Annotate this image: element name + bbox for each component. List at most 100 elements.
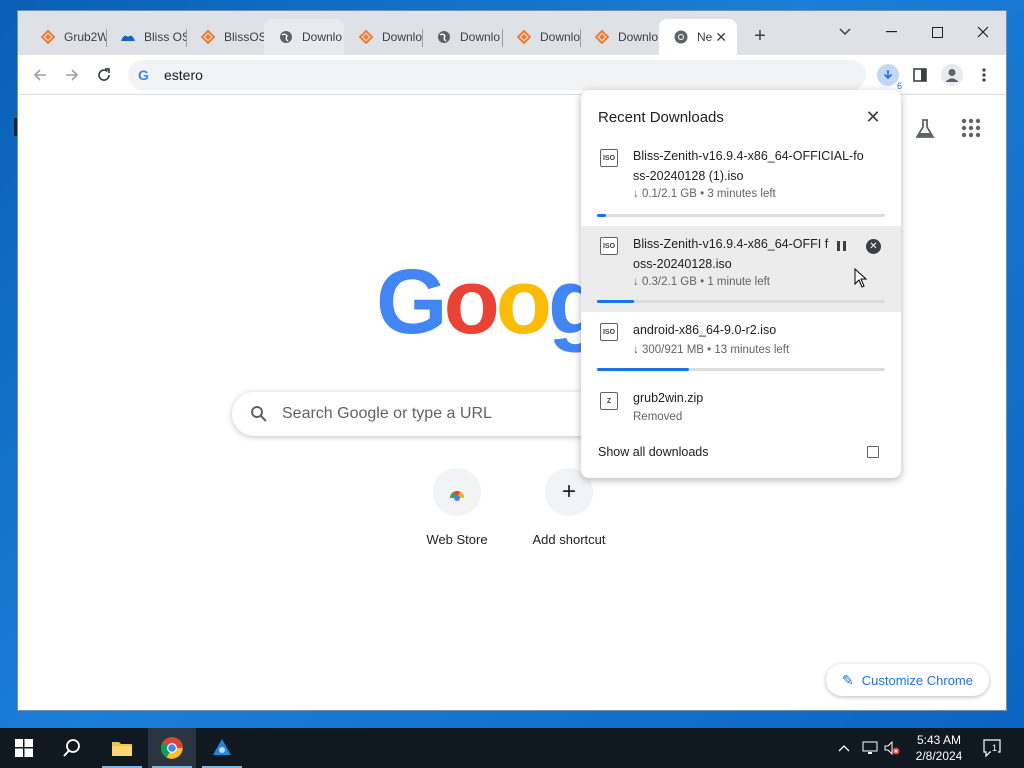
iso-file-icon: ISO xyxy=(600,237,618,255)
tab-new-tab-active[interactable]: Ne ✕ xyxy=(659,19,737,55)
downloads-title: Recent Downloads xyxy=(598,109,724,126)
tab-search-chevron-icon[interactable] xyxy=(822,17,868,47)
new-tab-button[interactable]: + xyxy=(748,25,772,49)
profile-avatar[interactable] xyxy=(938,61,966,89)
download-status: Removed xyxy=(633,411,683,423)
logo-letter: o xyxy=(443,251,500,353)
chrome-window: Grub2W Bliss OS BlissOS Downlo Downlo Do… xyxy=(17,10,1007,711)
download-status: ↓ 0.1/2.1 GB • 3 minutes left xyxy=(633,188,776,200)
desktop-icon-partial xyxy=(0,118,20,170)
volume-muted-icon[interactable] xyxy=(884,728,900,768)
tab-blissos[interactable]: BlissOS xyxy=(186,19,266,55)
logo-letter: o xyxy=(495,251,552,353)
apps-grid-icon[interactable] xyxy=(961,118,985,142)
sourceforge-icon xyxy=(40,29,56,45)
search-icon xyxy=(63,739,80,757)
download-filename: Bliss-Zenith-v16.9.4-x86_64-OFFICIAL-fos… xyxy=(633,149,864,183)
downloads-bubble: Recent Downloads ✕ ISO Bliss-Zenith-v16.… xyxy=(581,90,901,478)
back-button[interactable] xyxy=(28,63,52,87)
reload-button[interactable] xyxy=(92,63,116,87)
side-panel-button[interactable] xyxy=(906,61,934,89)
chrome-menu-icon[interactable] xyxy=(970,61,998,89)
close-window-button[interactable] xyxy=(960,17,1006,47)
tab-bliss-os[interactable]: Bliss OS xyxy=(106,19,186,55)
chrome-taskbar-button[interactable] xyxy=(148,728,196,768)
labs-flask-icon[interactable] xyxy=(914,118,938,142)
tab-download-2[interactable]: Downlo xyxy=(344,19,424,55)
download-filename: grub2win.zip xyxy=(633,391,704,405)
minimize-button[interactable] xyxy=(868,17,914,47)
download-item[interactable]: ISO android-x86_64-9.0-r2.iso ↓ 300/921 … xyxy=(581,312,901,388)
pause-icon[interactable] xyxy=(834,239,848,253)
forward-button[interactable] xyxy=(60,63,84,87)
web-store-icon xyxy=(433,468,481,516)
search-button[interactable] xyxy=(48,728,96,768)
shortcut-label: Add shortcut xyxy=(532,532,606,547)
tab-download-5[interactable]: Downlo xyxy=(580,19,660,55)
maximize-button[interactable] xyxy=(914,17,960,47)
globe-icon xyxy=(278,29,294,45)
download-item[interactable]: Z grub2win.zip Removed xyxy=(581,388,901,436)
clock-date: 2/8/2024 xyxy=(915,749,963,763)
sourceforge-icon xyxy=(200,29,216,45)
google-logo: Goog xyxy=(376,256,604,348)
notification-center-button[interactable]: 1 xyxy=(982,738,1002,758)
app-icon xyxy=(213,739,231,755)
download-count-badge: 6 xyxy=(896,81,902,91)
download-progress-bar xyxy=(597,300,885,303)
download-filename: android-x86_64-9.0-r2.iso xyxy=(633,323,777,337)
download-status: ↓ 300/921 MB • 13 minutes left xyxy=(633,344,790,356)
windows-logo-icon xyxy=(15,739,33,757)
windows-taskbar: 5:43 AM 2/8/2024 1 xyxy=(0,728,1024,768)
bliss-icon xyxy=(120,29,136,45)
address-bar[interactable]: G estero xyxy=(128,60,866,90)
download-item[interactable]: ISO Bliss-Zenith-v16.9.4-x86_64-OFFICIAL… xyxy=(581,144,901,226)
cancel-download-icon[interactable]: ✕ xyxy=(866,239,881,254)
file-explorer-button[interactable] xyxy=(98,728,146,768)
toolbar: G estero 6 xyxy=(18,55,1006,95)
mouse-cursor-icon xyxy=(854,268,868,288)
shortcut-web-store[interactable]: Web Store xyxy=(407,468,507,547)
folder-icon xyxy=(112,742,132,756)
sourceforge-icon xyxy=(516,29,532,45)
search-icon xyxy=(251,406,267,422)
close-icon[interactable]: ✕ xyxy=(863,107,883,127)
iso-file-icon: ISO xyxy=(600,149,618,167)
download-progress-bar xyxy=(597,368,885,371)
download-progress-bar xyxy=(597,214,885,217)
show-all-downloads-link[interactable]: Show all downloads xyxy=(598,445,709,459)
download-filename: Bliss-Zenith-v16.9.4-x86_64-OFFI foss-20… xyxy=(633,237,829,271)
sourceforge-icon xyxy=(594,29,610,45)
network-icon[interactable] xyxy=(862,728,878,768)
taskbar-clock[interactable]: 5:43 AM 2/8/2024 xyxy=(900,732,978,764)
iso-file-icon: ISO xyxy=(600,323,618,341)
download-item[interactable]: ISO Bliss-Zenith-v16.9.4-x86_64-OFFI fos… xyxy=(581,226,901,312)
download-icon xyxy=(877,64,899,86)
tab-strip: Grub2W Bliss OS BlissOS Downlo Downlo Do… xyxy=(18,11,1006,55)
search-placeholder: Search Google or type a URL xyxy=(282,405,492,422)
tab-grub2win[interactable]: Grub2W xyxy=(26,19,106,55)
clock-time: 5:43 AM xyxy=(916,733,962,747)
app-taskbar-button[interactable] xyxy=(198,728,246,768)
tab-download-3[interactable]: Downlo xyxy=(422,19,502,55)
download-status: ↓ 0.3/2.1 GB • 1 minute left xyxy=(633,276,770,288)
google-g-icon: G xyxy=(138,67,149,83)
customize-chrome-button[interactable]: ✎ Customize Chrome xyxy=(826,664,989,696)
address-bar-text: estero xyxy=(164,67,203,83)
start-button[interactable] xyxy=(0,728,48,768)
show-hidden-icons-button[interactable] xyxy=(838,728,850,768)
chrome-icon xyxy=(161,737,183,759)
zip-file-icon: Z xyxy=(600,392,618,410)
sourceforge-icon xyxy=(358,29,374,45)
tab-close-icon[interactable]: ✕ xyxy=(715,29,727,46)
open-external-icon[interactable] xyxy=(867,446,879,458)
notification-count: 1 xyxy=(991,743,999,753)
globe-icon xyxy=(436,29,452,45)
tab-download-1[interactable]: Downlo xyxy=(264,19,344,55)
shortcut-add[interactable]: + Add shortcut xyxy=(519,468,619,547)
downloads-button[interactable]: 6 xyxy=(874,61,902,91)
chrome-icon xyxy=(673,29,689,45)
logo-letter: G xyxy=(376,251,448,353)
tab-download-4[interactable]: Downlo xyxy=(502,19,582,55)
pencil-icon: ✎ xyxy=(842,671,854,688)
